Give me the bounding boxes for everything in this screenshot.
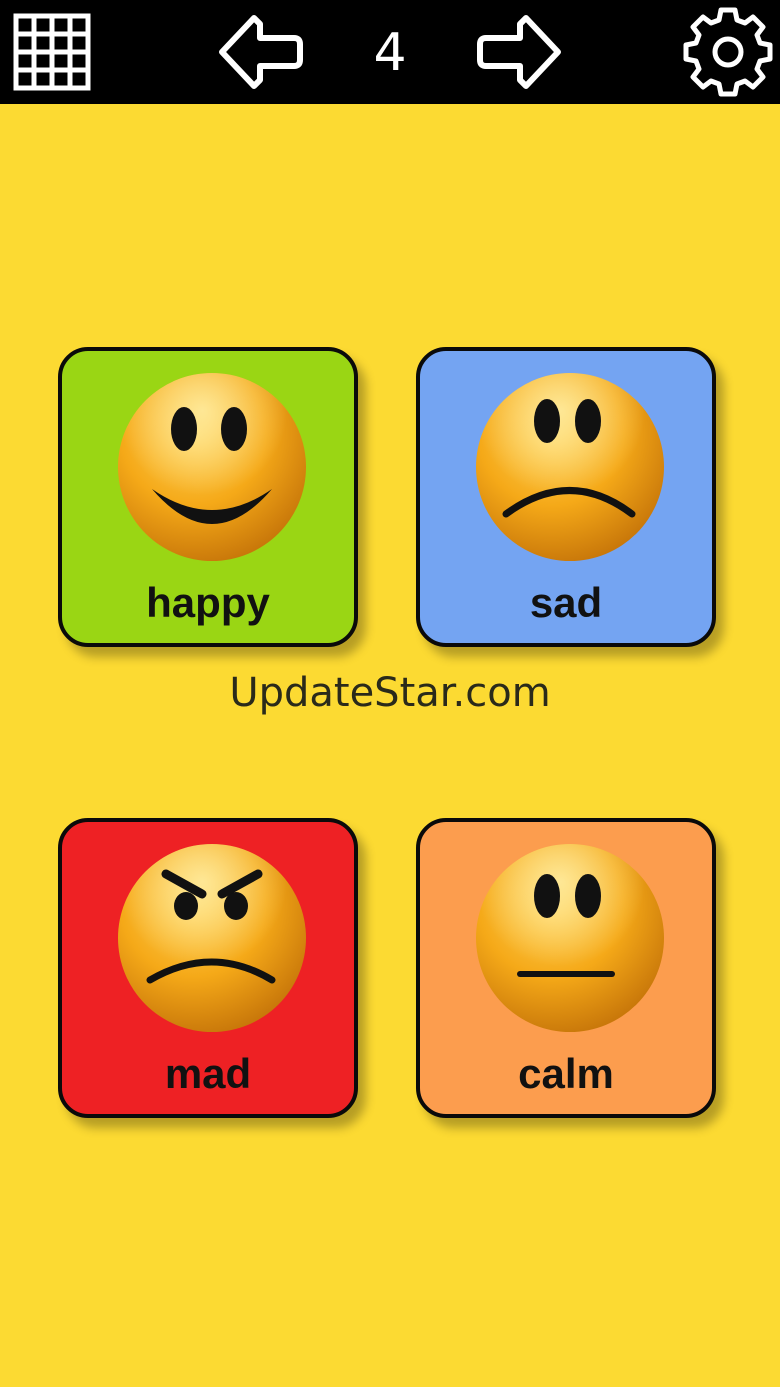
toolbar: 4	[0, 0, 780, 104]
arrow-right-icon	[477, 15, 561, 89]
card-mad[interactable]: mad	[58, 818, 358, 1118]
previous-page-button[interactable]	[214, 12, 306, 92]
gear-icon	[683, 7, 773, 97]
card-label: sad	[529, 579, 603, 626]
smile-face-icon	[118, 373, 306, 561]
page-number: 4	[373, 23, 407, 83]
grid-icon	[13, 13, 91, 91]
grid-button[interactable]	[12, 12, 92, 92]
card-label: mad	[164, 1050, 252, 1097]
card-label: calm	[518, 1050, 614, 1097]
next-page-button[interactable]	[474, 12, 566, 92]
arrow-left-icon	[219, 15, 303, 89]
settings-button[interactable]	[682, 6, 774, 98]
card-happy[interactable]: happy	[58, 347, 358, 647]
card-calm[interactable]: calm	[416, 818, 716, 1118]
watermark: UpdateStar.com	[229, 670, 551, 716]
frown-face-icon	[476, 373, 664, 561]
neutral-face-icon	[476, 844, 664, 1032]
card-sad[interactable]: sad	[416, 347, 716, 647]
card-label: happy	[146, 579, 270, 626]
angry-face-icon	[118, 844, 306, 1032]
